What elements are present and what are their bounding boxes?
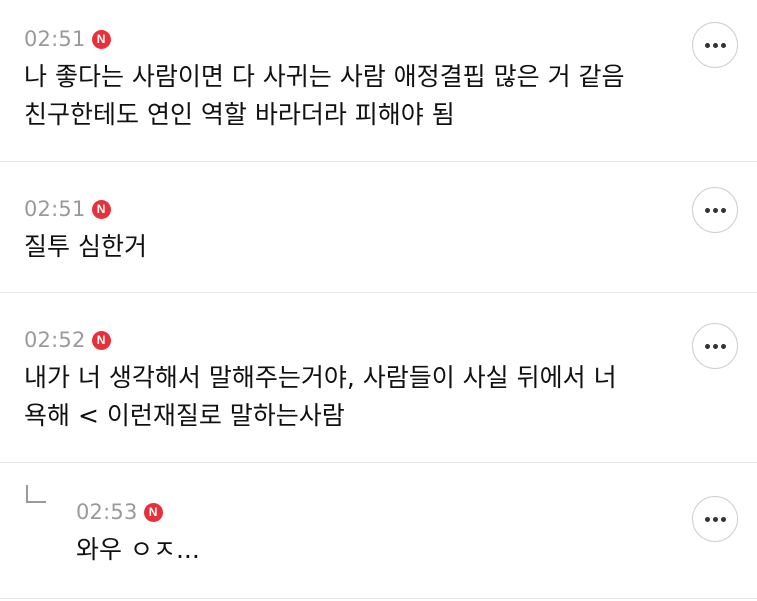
more-horizontal-icon xyxy=(704,516,726,522)
more-horizontal-icon xyxy=(704,42,726,48)
new-badge: N xyxy=(91,330,111,350)
comment-item: 02:52 N 내가 너 생각해서 말해주는거야, 사람들이 사실 뒤에서 너 … xyxy=(0,293,757,463)
more-horizontal-icon xyxy=(704,343,726,349)
comment-text: 나 좋다는 사람이면 다 사귀는 사람 애정결핍 많은 거 같음 친구한테도 연… xyxy=(24,62,625,129)
more-options-button[interactable] xyxy=(692,22,738,68)
reply-comment-item: 02:53 N 와우 ㅇㅈ... xyxy=(0,463,757,599)
more-options-button[interactable] xyxy=(692,187,738,233)
new-badge: N xyxy=(91,29,111,49)
comment-meta: 02:52 N xyxy=(24,327,757,353)
reply-arrow-icon xyxy=(26,485,46,503)
comment-list: 02:51 N 나 좋다는 사람이면 다 사귀는 사람 애정결핍 많은 거 같음… xyxy=(0,0,757,599)
comment-time: 02:52 xyxy=(24,328,86,352)
comment-meta: 02:51 N xyxy=(24,196,757,222)
comment-text: 내가 너 생각해서 말해주는거야, 사람들이 사실 뒤에서 너 욕해 < 이런재… xyxy=(24,363,617,430)
comment-item: 02:51 N 나 좋다는 사람이면 다 사귀는 사람 애정결핍 많은 거 같음… xyxy=(0,0,757,162)
new-badge: N xyxy=(143,502,163,522)
comment-item: 02:51 N 질투 심한거 xyxy=(0,162,757,293)
comment-meta: 02:53 N xyxy=(76,499,757,525)
comment-time: 02:51 xyxy=(24,197,86,221)
comment-text: 와우 ㅇㅈ... xyxy=(76,535,200,564)
comment-time: 02:53 xyxy=(76,500,138,524)
new-badge: N xyxy=(91,199,111,219)
comment-text: 질투 심한거 xyxy=(24,232,147,261)
comment-meta: 02:51 N xyxy=(24,26,757,52)
more-horizontal-icon xyxy=(704,207,726,213)
comment-time: 02:51 xyxy=(24,27,86,51)
more-options-button[interactable] xyxy=(692,323,738,369)
more-options-button[interactable] xyxy=(692,496,738,542)
